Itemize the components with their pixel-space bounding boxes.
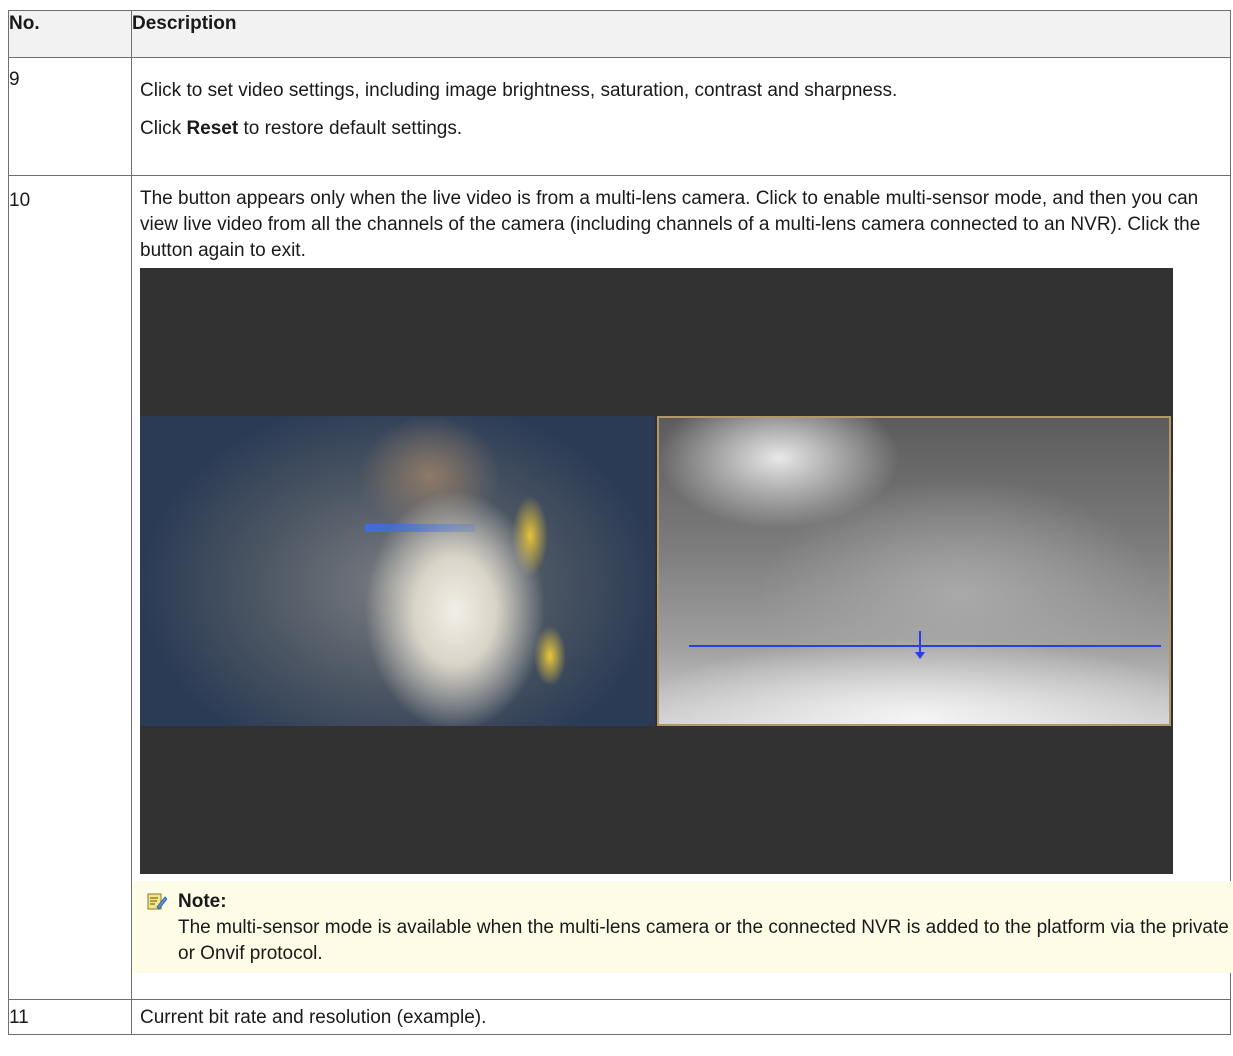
row-description: Current bit rate and resolution (example… [131,999,1231,1035]
table-header-row: No. Description [8,10,1231,58]
overlay-tag [365,524,475,532]
row-number: 11 [8,999,132,1035]
description-table: No. Description 9 Click to set video set… [8,10,1233,1035]
header-description: Description [131,10,1231,58]
description-text: Click to set video settings, including i… [140,80,898,101]
table-row: 10 The button appears only when the live… [8,175,1233,1000]
table-row: 9 Click to set video settings, including… [8,57,1231,176]
camera-feed-channel-2 [657,416,1171,726]
direction-arrow-icon [915,631,925,659]
camera-feed-channel-1 [140,416,655,726]
row-number: 10 [8,175,132,1000]
header-no: No. [8,10,132,58]
multi-sensor-live-view-screenshot [140,268,1173,874]
note-body: The multi-sensor mode is available when … [178,917,1229,964]
description-text: Click Reset to restore default settings. [140,118,463,139]
note-title: Note: [178,891,227,912]
description-text: The button appears only when the live vi… [140,188,1201,261]
note-pencil-icon [147,893,167,910]
row-number: 9 [8,57,132,176]
row-description: Click to set video settings, including i… [131,57,1231,176]
table-row: 11 Current bit rate and resolution (exam… [8,999,1231,1035]
reset-keyword: Reset [186,118,239,139]
row-description: The button appears only when the live vi… [131,175,1233,1000]
detection-line [689,645,1161,647]
note-box: Note: The multi-sensor mode is available… [132,881,1233,973]
